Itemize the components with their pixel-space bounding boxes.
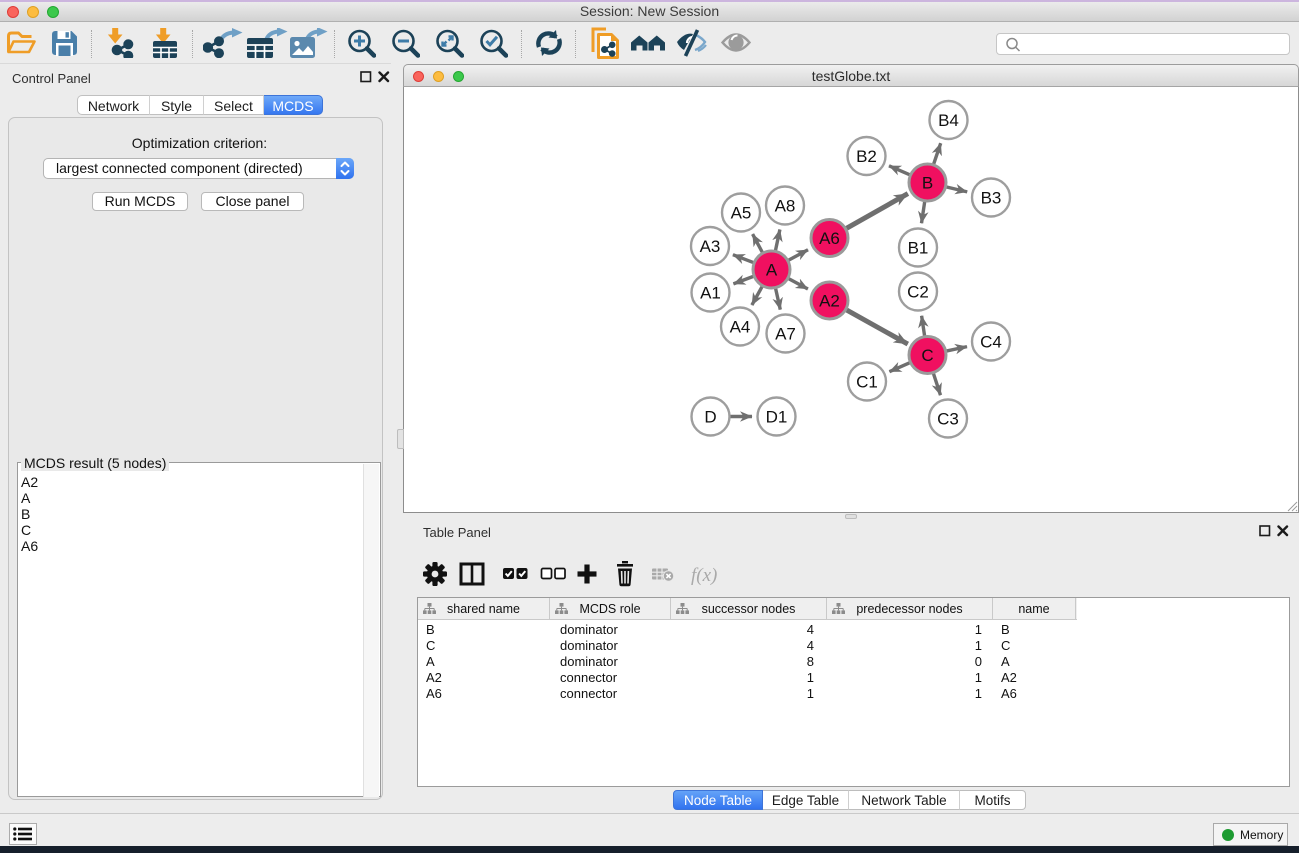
svg-text:B: B — [922, 174, 933, 193]
svg-text:A: A — [766, 261, 778, 280]
svg-text:C3: C3 — [937, 410, 959, 429]
svg-text:f(x): f(x) — [691, 565, 717, 586]
svg-text:C: C — [921, 346, 933, 365]
svg-text:D: D — [704, 408, 716, 427]
svg-text:A6: A6 — [819, 229, 840, 248]
svg-text:A7: A7 — [775, 325, 796, 344]
svg-text:A3: A3 — [700, 237, 721, 256]
svg-text:C2: C2 — [907, 283, 929, 302]
svg-text:B3: B3 — [981, 189, 1002, 208]
svg-text:A8: A8 — [775, 197, 796, 216]
svg-text:B1: B1 — [908, 239, 929, 258]
svg-text:A4: A4 — [730, 318, 751, 337]
svg-text:A2: A2 — [819, 292, 840, 311]
svg-text:C4: C4 — [980, 333, 1002, 352]
svg-text:D1: D1 — [766, 408, 788, 427]
svg-text:B4: B4 — [938, 111, 959, 130]
svg-text:A5: A5 — [731, 204, 752, 223]
svg-text:B2: B2 — [856, 147, 877, 166]
svg-text:C1: C1 — [856, 373, 878, 392]
svg-text:A1: A1 — [700, 284, 721, 303]
